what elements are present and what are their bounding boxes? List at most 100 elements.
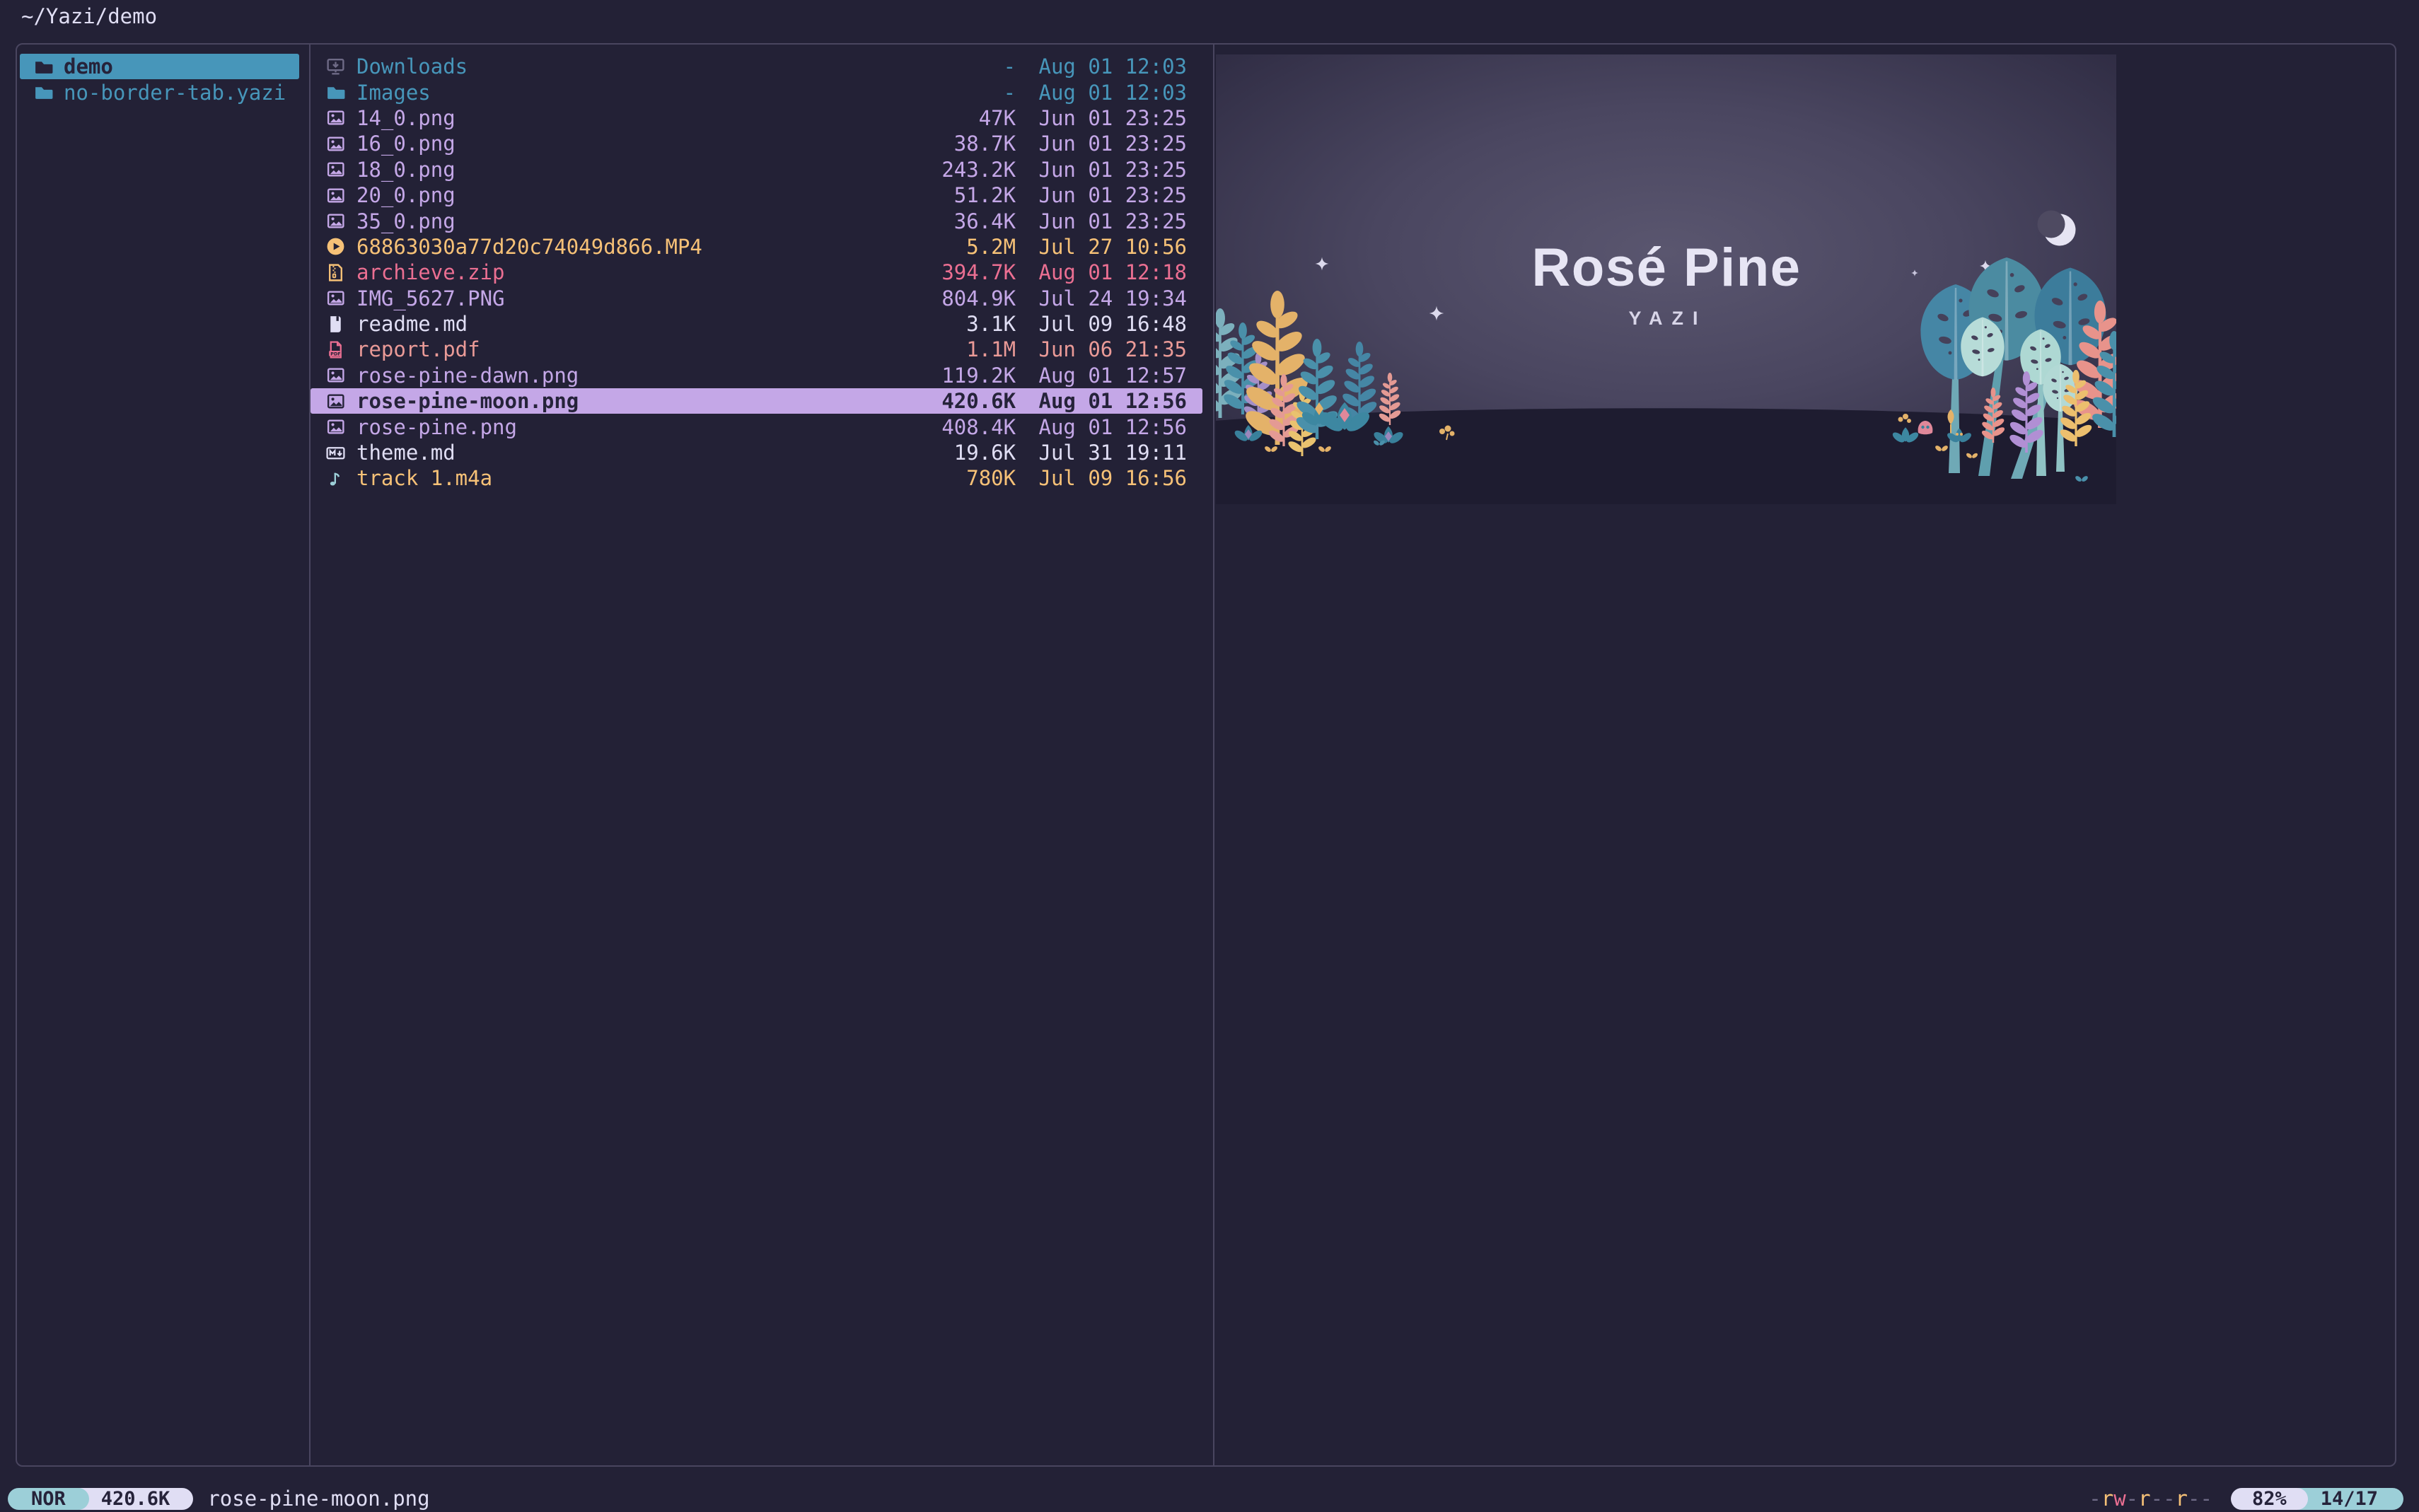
- file-date: Aug 01 12:56: [1038, 415, 1187, 439]
- file-date: Jul 31 19:11: [1038, 441, 1187, 465]
- file-date: Jun 06 21:35: [1038, 337, 1187, 361]
- file-size: 408.4K: [941, 415, 1016, 439]
- file-size: 119.2K: [941, 364, 1016, 388]
- file-name: rose-pine-dawn.png: [356, 364, 931, 388]
- folder-icon: [33, 57, 54, 77]
- file-row[interactable]: 16_0.png 38.7K Jun 01 23:25: [311, 131, 1202, 156]
- file-name: IMG_5627.PNG: [356, 286, 931, 310]
- sidebar-parent-pane: demo no-border-tab.yazi: [17, 45, 309, 1465]
- file-name: track 1.m4a: [356, 466, 956, 490]
- preview-pane: Rosé Pine YAZI: [1214, 45, 2395, 1465]
- preview-title: Rosé Pine: [1532, 238, 1802, 298]
- image-icon: [325, 391, 346, 412]
- image-icon: [325, 288, 346, 308]
- file-row[interactable]: archieve.zip 394.7K Aug 01 12:18: [311, 260, 1202, 285]
- file-date: Aug 01 12:56: [1038, 389, 1187, 413]
- file-size: -: [1004, 54, 1016, 78]
- file-name: rose-pine.png: [356, 415, 931, 439]
- folder-icon: [33, 82, 54, 103]
- image-icon: [325, 417, 346, 437]
- file-list: Downloads - Aug 01 12:03 Images - Aug 01…: [311, 45, 1213, 1465]
- panes-container: demo no-border-tab.yazi Downloads - Aug …: [16, 43, 2396, 1467]
- file-name: 18_0.png: [356, 158, 931, 182]
- sidebar-item[interactable]: no-border-tab.yazi: [20, 79, 299, 105]
- file-row[interactable]: 18_0.png 243.2K Jun 01 23:25: [311, 157, 1202, 182]
- sidebar-item-label: demo: [64, 54, 113, 78]
- file-size: 780K: [966, 466, 1016, 490]
- image-icon: [325, 159, 346, 180]
- file-date: Aug 01 12:03: [1038, 54, 1187, 78]
- file-name: archieve.zip: [356, 260, 931, 284]
- file-size: 51.2K: [954, 183, 1016, 207]
- file-size: 394.7K: [941, 260, 1016, 284]
- file-name: 14_0.png: [356, 106, 968, 130]
- status-filename: rose-pine-moon.png: [207, 1487, 429, 1511]
- folder-icon: [325, 82, 346, 103]
- file-date: Jul 27 10:56: [1038, 235, 1187, 259]
- file-row[interactable]: report.pdf 1.1M Jun 06 21:35: [311, 337, 1202, 362]
- file-row[interactable]: rose-pine-moon.png 420.6K Aug 01 12:56: [311, 388, 1202, 414]
- permissions-text: -rw-r--r--: [2089, 1487, 2212, 1511]
- file-date: Aug 01 12:18: [1038, 260, 1187, 284]
- file-date: Jul 24 19:34: [1038, 286, 1187, 310]
- file-icon: [325, 314, 346, 335]
- file-size: 420.6K: [941, 389, 1016, 413]
- file-row[interactable]: IMG_5627.PNG 804.9K Jul 24 19:34: [311, 286, 1202, 311]
- image-icon: [325, 211, 346, 231]
- file-name: 20_0.png: [356, 183, 944, 207]
- music-icon: [325, 468, 346, 489]
- file-name: Images: [356, 81, 993, 105]
- mode-badge: NOR: [8, 1488, 89, 1510]
- file-row[interactable]: Downloads - Aug 01 12:03: [311, 54, 1202, 79]
- image-icon: [325, 107, 346, 128]
- file-row[interactable]: rose-pine.png 408.4K Aug 01 12:56: [311, 414, 1202, 439]
- file-size: 804.9K: [941, 286, 1016, 310]
- file-name: report.pdf: [356, 337, 956, 361]
- play-icon: [325, 236, 346, 257]
- file-name: theme.md: [356, 441, 944, 465]
- file-date: Jun 01 23:25: [1038, 158, 1187, 182]
- current-path: ~/Yazi/demo: [21, 4, 157, 28]
- file-size: 5.2M: [966, 235, 1016, 259]
- preview-subtitle: YAZI: [1628, 308, 1707, 329]
- file-name: 16_0.png: [356, 132, 944, 156]
- file-size: 19.6K: [954, 441, 1016, 465]
- file-name: readme.md: [356, 312, 956, 336]
- file-date: Jul 09 16:56: [1038, 466, 1187, 490]
- file-size: 3.1K: [966, 312, 1016, 336]
- file-row[interactable]: track 1.m4a 780K Jul 09 16:56: [311, 465, 1202, 491]
- file-date: Aug 01 12:03: [1038, 81, 1187, 105]
- file-size: 36.4K: [954, 209, 1016, 233]
- file-name: Downloads: [356, 54, 993, 78]
- file-row[interactable]: rose-pine-dawn.png 119.2K Aug 01 12:57: [311, 363, 1202, 388]
- preview-image: Rosé Pine YAZI: [1216, 54, 2116, 504]
- file-date: Jun 01 23:25: [1038, 106, 1187, 130]
- file-name: 35_0.png: [356, 209, 944, 233]
- image-icon: [325, 134, 346, 154]
- file-size: 243.2K: [941, 158, 1016, 182]
- sidebar-item[interactable]: demo: [20, 54, 299, 79]
- file-date: Aug 01 12:57: [1038, 364, 1187, 388]
- image-icon: [325, 365, 346, 385]
- file-row[interactable]: 20_0.png 51.2K Jun 01 23:25: [311, 182, 1202, 208]
- file-date: Jun 01 23:25: [1038, 183, 1187, 207]
- md-icon: [325, 443, 346, 463]
- zip-icon: [325, 262, 346, 283]
- file-size: 1.1M: [966, 337, 1016, 361]
- image-icon: [325, 185, 346, 206]
- scroll-percent-badge: 82%: [2231, 1488, 2308, 1510]
- file-name: 68863030a77d20c74049d866.MP4: [356, 235, 956, 259]
- file-row[interactable]: 14_0.png 47K Jun 01 23:25: [311, 105, 1202, 131]
- file-row[interactable]: theme.md 19.6K Jul 31 19:11: [311, 440, 1202, 465]
- file-row[interactable]: readme.md 3.1K Jul 09 16:48: [311, 311, 1202, 337]
- file-date: Jul 09 16:48: [1038, 312, 1187, 336]
- pdf-icon: [325, 339, 346, 360]
- file-name: rose-pine-moon.png: [356, 389, 931, 413]
- file-row[interactable]: 68863030a77d20c74049d866.MP4 5.2M Jul 27…: [311, 234, 1202, 260]
- file-date: Jun 01 23:25: [1038, 132, 1187, 156]
- sidebar-item-label: no-border-tab.yazi: [64, 81, 286, 105]
- file-row[interactable]: 35_0.png 36.4K Jun 01 23:25: [311, 208, 1202, 233]
- download-icon: [325, 57, 346, 77]
- file-date: Jun 01 23:25: [1038, 209, 1187, 233]
- file-row[interactable]: Images - Aug 01 12:03: [311, 79, 1202, 105]
